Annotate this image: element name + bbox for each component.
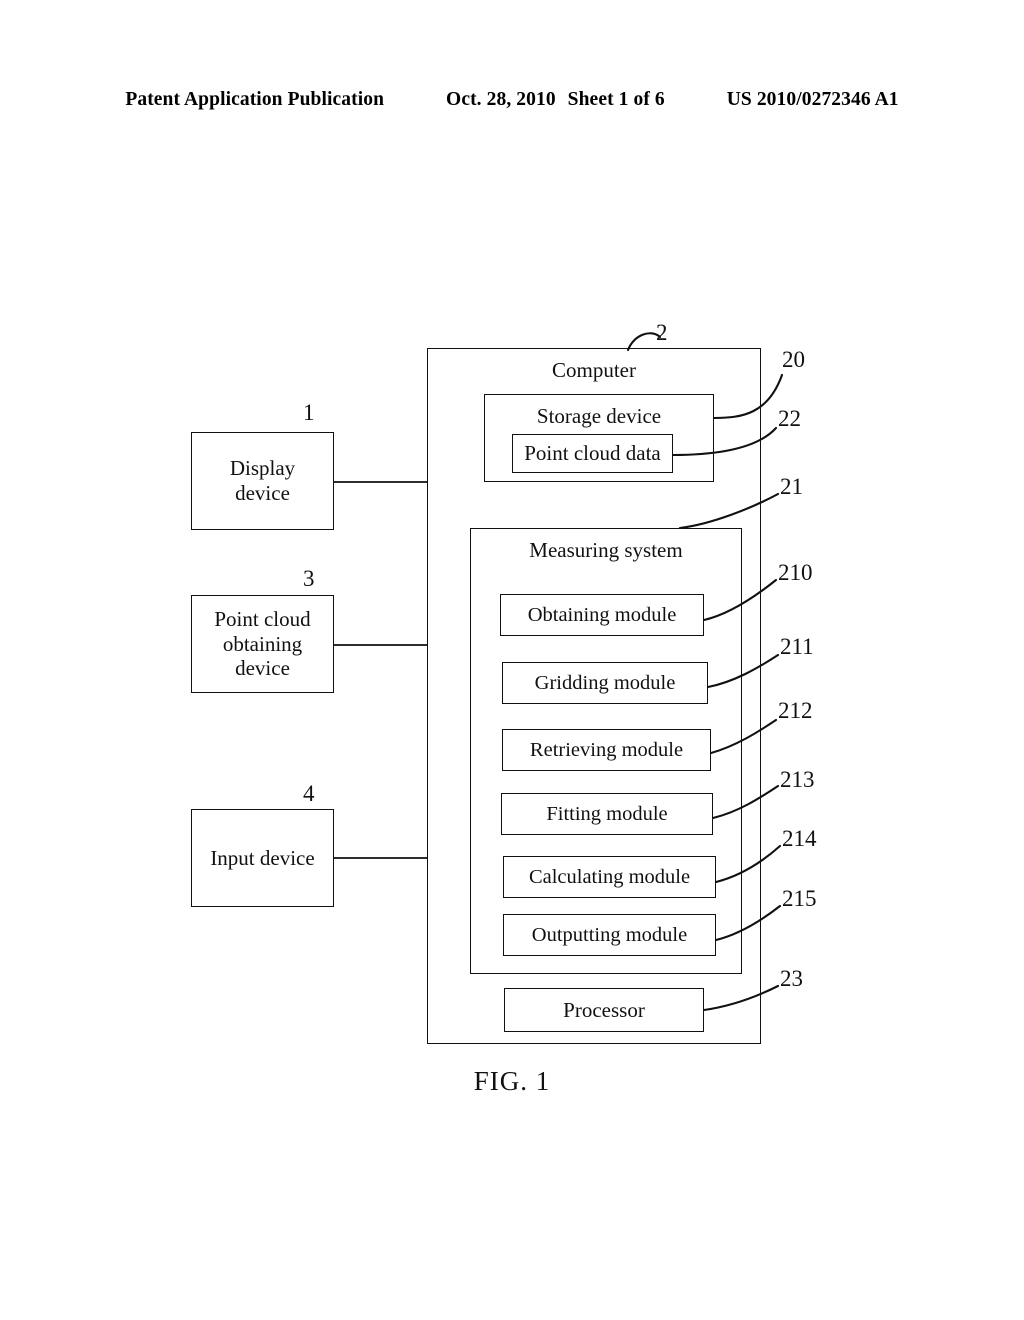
outputting-module-box: Outputting module: [503, 914, 716, 956]
ref-numeral-212: 212: [778, 698, 813, 723]
ref-numeral-1: 1: [303, 400, 315, 425]
display-device-box: Display device: [191, 432, 334, 530]
point-cloud-obtaining-device-box: Point cloud obtaining device: [191, 595, 334, 693]
ref-numeral-20: 20: [782, 347, 805, 372]
ref-numeral-214: 214: [782, 826, 817, 851]
point-cloud-data-box: Point cloud data: [512, 434, 673, 473]
figure-caption: FIG. 1: [473, 1066, 551, 1096]
ref-numeral-21: 21: [780, 474, 803, 499]
point-cloud-data-label: Point cloud data: [524, 441, 661, 466]
ref-numeral-2: 2: [656, 320, 668, 345]
retrieving-module-label: Retrieving module: [529, 738, 684, 761]
input-device-label: Input device: [210, 845, 315, 870]
ref-numeral-213: 213: [780, 767, 815, 792]
outputting-module-label: Outputting module: [531, 923, 688, 946]
ref-numeral-3: 3: [303, 566, 315, 591]
calculating-module-box: Calculating module: [503, 856, 716, 898]
calculating-module-label: Calculating module: [528, 865, 691, 888]
ref-numeral-211: 211: [780, 634, 814, 659]
patent-figure: Display device 1 Point cloud obtaining d…: [0, 0, 1024, 1320]
ref-numeral-22: 22: [778, 406, 801, 431]
point-cloud-obtaining-device-label: Point cloud obtaining device: [214, 606, 311, 681]
display-device-label: Display device: [229, 456, 296, 505]
obtaining-module-label: Obtaining module: [527, 603, 677, 626]
ref-numeral-23: 23: [780, 966, 803, 991]
processor-box: Processor: [504, 988, 704, 1032]
gridding-module-label: Gridding module: [534, 671, 676, 694]
obtaining-module-box: Obtaining module: [500, 594, 704, 636]
retrieving-module-box: Retrieving module: [502, 729, 711, 771]
ref-numeral-215: 215: [782, 886, 817, 911]
ref-numeral-210: 210: [778, 560, 813, 585]
input-device-box: Input device: [191, 809, 334, 907]
fitting-module-label: Fitting module: [546, 802, 668, 825]
computer-label: Computer: [552, 358, 636, 382]
measuring-system-label: Measuring system: [529, 538, 683, 562]
fitting-module-box: Fitting module: [501, 793, 713, 835]
gridding-module-box: Gridding module: [502, 662, 708, 704]
processor-label: Processor: [563, 997, 645, 1022]
storage-device-label: Storage device: [536, 404, 662, 428]
ref-numeral-4: 4: [303, 781, 315, 806]
